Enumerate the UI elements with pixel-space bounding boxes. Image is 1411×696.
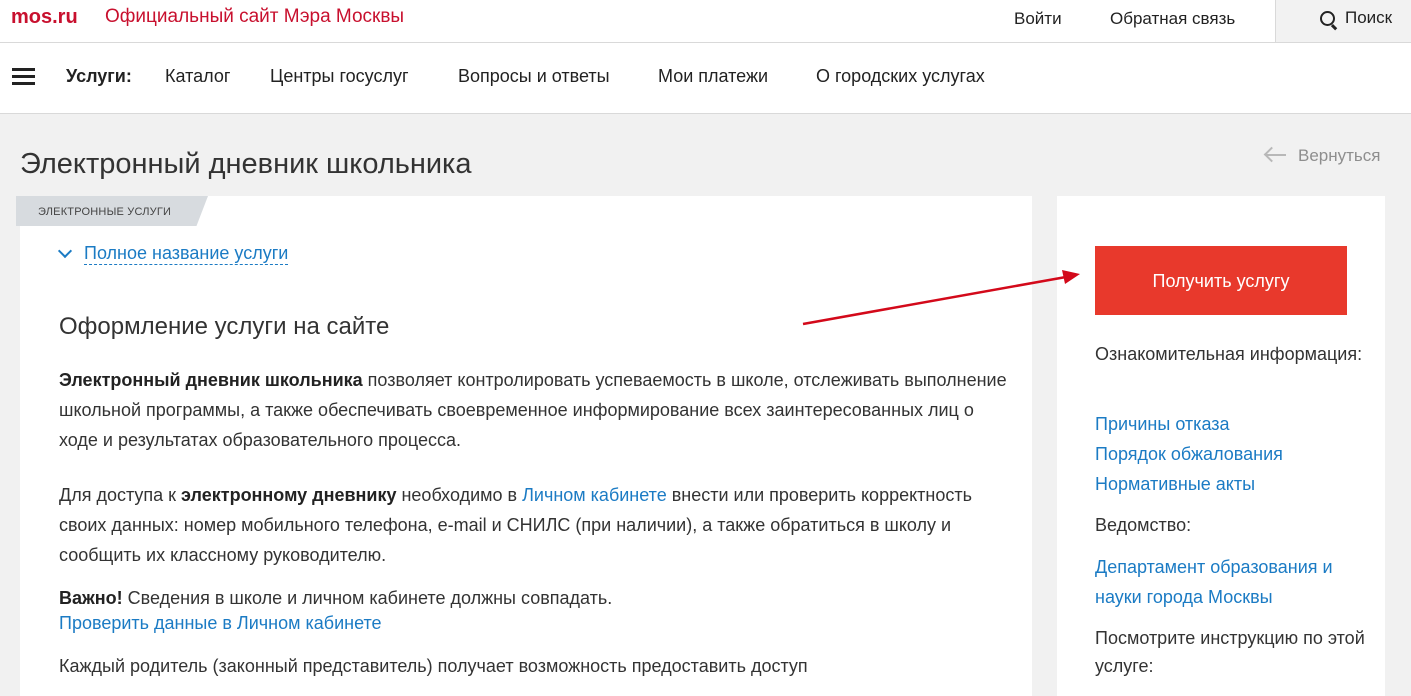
back-label: Вернуться — [1298, 146, 1381, 165]
nav-item-catalog[interactable]: Каталог — [165, 66, 230, 87]
nav-item-service-centers[interactable]: Центры госуслуг — [270, 66, 409, 87]
info-label: Ознакомительная информация: — [1095, 344, 1363, 364]
appeal-procedure-link[interactable]: Порядок обжалования — [1095, 439, 1365, 469]
access-text-b: необходимо в — [396, 485, 523, 505]
arrow-left-icon — [1264, 148, 1286, 162]
category-tag: ЭЛЕКТРОННЫЕ УСЛУГИ — [16, 196, 208, 226]
department-label: Ведомство: — [1095, 515, 1192, 535]
access-text-a: Для доступа к — [59, 485, 182, 505]
login-link[interactable]: Войти — [1014, 9, 1062, 29]
check-data-link[interactable]: Проверить данные в Личном кабинете — [59, 613, 382, 634]
feedback-link[interactable]: Обратная связь — [1110, 9, 1235, 29]
nav-item-about-services[interactable]: О городских услугах — [816, 66, 985, 87]
nav-item-payments[interactable]: Мои платежи — [658, 66, 768, 87]
search-label: Поиск — [1345, 8, 1393, 27]
important-text: Сведения в школе и личном кабинете должн… — [122, 588, 613, 608]
department-link[interactable]: Департамент образования и науки города М… — [1095, 552, 1365, 612]
instruction-label: Посмотрите инструкцию по этой услуге: — [1095, 628, 1365, 676]
nav-item-faq[interactable]: Вопросы и ответы — [458, 66, 610, 87]
page-title: Электронный дневник школьника — [20, 148, 472, 180]
site-title-link[interactable]: Официальный сайт Мэра Москвы — [105, 6, 404, 28]
site-logo[interactable]: mos.ru — [11, 6, 78, 29]
access-paragraph: Для доступа к электронному дневнику необ… — [59, 480, 1009, 570]
refusal-reasons-link[interactable]: Причины отказа — [1095, 409, 1365, 439]
important-note: Важно! Сведения в школе и личном кабинет… — [59, 583, 1009, 613]
search-button[interactable]: Поиск — [1275, 0, 1411, 42]
hamburger-icon[interactable] — [12, 68, 35, 86]
section-title: Оформление услуги на сайте — [59, 313, 390, 340]
get-service-button[interactable]: Получить услугу — [1095, 246, 1347, 315]
regulations-link[interactable]: Нормативные акты — [1095, 469, 1365, 499]
back-link[interactable]: Вернуться — [1264, 146, 1381, 166]
important-bold: Важно! — [59, 588, 123, 608]
service-name-bold: Электронный дневник школьника — [59, 370, 363, 390]
personal-account-link[interactable]: Личном кабинете — [522, 485, 667, 505]
services-label: Услуги: — [66, 66, 132, 86]
full-name-toggle[interactable]: Полное название услуги — [84, 243, 289, 265]
services-nav: Услуги: Каталог Центры госуслуг Вопросы … — [0, 43, 1411, 114]
category-tag-label: ЭЛЕКТРОННЫЕ УСЛУГИ — [38, 206, 172, 218]
search-icon — [1320, 11, 1335, 26]
diary-bold: электронному дневнику — [181, 485, 397, 505]
description-paragraph: Электронный дневник школьника позволяет … — [59, 365, 1009, 455]
top-bar: mos.ru Официальный сайт Мэра Москвы Войт… — [0, 0, 1411, 43]
